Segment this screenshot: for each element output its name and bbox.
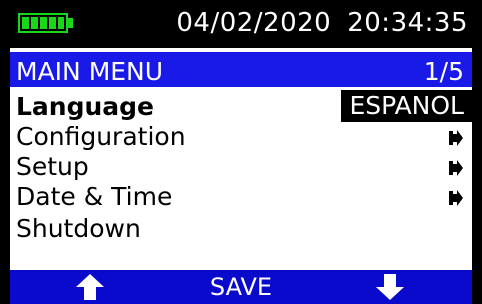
- menu-item-label: Configuration: [16, 122, 186, 151]
- submenu-arrow-icon: [449, 130, 463, 146]
- menu-page-indicator: 1/5: [423, 57, 464, 86]
- softkey-bar: SAVE: [10, 270, 472, 304]
- date-text: 04/02/2020: [176, 8, 332, 38]
- submenu-arrow-icon: [449, 190, 463, 206]
- menu-item-label: Setup: [16, 152, 89, 181]
- submenu-arrow-icon: [449, 160, 463, 176]
- save-button[interactable]: SAVE: [196, 270, 286, 304]
- menu-header: MAIN MENU 1/5: [10, 52, 472, 87]
- menu-item-configuration[interactable]: Configuration: [16, 122, 466, 152]
- softkey-up-button[interactable]: [70, 270, 110, 304]
- datetime-display: 04/02/2020 20:34:35: [176, 8, 468, 38]
- battery-icon: [18, 13, 68, 33]
- status-bar: 04/02/2020 20:34:35: [10, 0, 472, 46]
- menu-item-label: Language: [16, 92, 155, 121]
- battery-tip: [68, 18, 73, 28]
- menu-item-shutdown[interactable]: Shutdown: [16, 214, 466, 244]
- menu-title: MAIN MENU: [16, 57, 164, 86]
- menu-item-label: Shutdown: [16, 214, 141, 243]
- battery-level-fill: [22, 17, 64, 29]
- language-value[interactable]: ESPANOL: [341, 90, 472, 122]
- menu-item-date-time[interactable]: Date & Time: [16, 182, 466, 212]
- device-screen: 04/02/2020 20:34:35 MAIN MENU 1/5 Languag…: [0, 0, 482, 304]
- arrow-up-icon: [76, 274, 104, 300]
- time-text: 20:34:35: [347, 8, 468, 38]
- softkey-down-button[interactable]: [370, 270, 410, 304]
- menu-item-language[interactable]: Language ESPANOL: [16, 90, 472, 122]
- menu-panel: MAIN MENU 1/5 Language ESPANOL Configura…: [10, 48, 472, 270]
- menu-item-setup[interactable]: Setup: [16, 152, 466, 182]
- arrow-down-icon: [376, 274, 404, 300]
- menu-item-label: Date & Time: [16, 182, 173, 211]
